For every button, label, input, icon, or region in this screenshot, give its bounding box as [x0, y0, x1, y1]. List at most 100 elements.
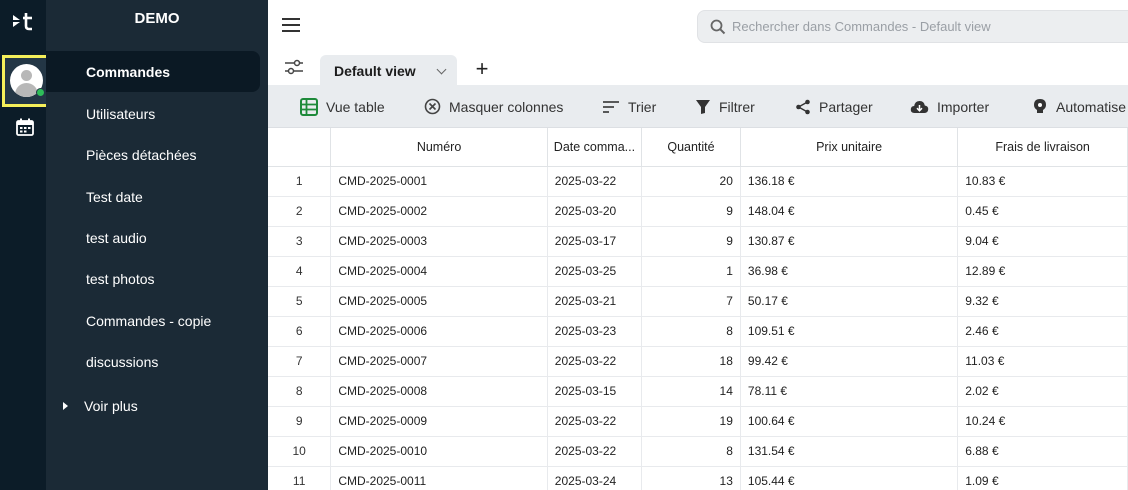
quantite-cell[interactable]: 18: [641, 346, 741, 377]
frais-cell[interactable]: 9.32 €: [957, 286, 1128, 317]
sidebar-item-commandes-copie[interactable]: Commandes - copie: [86, 311, 211, 331]
table-row[interactable]: 8 CMD-2025-0008 2025-03-15 14 78.11 €2.02 €: [268, 376, 1128, 407]
filter-button[interactable]: Filtrer: [695, 85, 755, 128]
numero-cell[interactable]: CMD-2025-0011: [330, 466, 548, 490]
calendar-icon[interactable]: [16, 118, 34, 136]
frais-cell[interactable]: 0.45 €: [957, 196, 1128, 227]
column-header-numero[interactable]: Numéro: [330, 128, 548, 167]
table-view-button[interactable]: Vue table: [300, 85, 385, 128]
prix-cell[interactable]: 136.18 €: [740, 166, 959, 197]
numero-cell[interactable]: CMD-2025-0001: [330, 166, 548, 197]
row-number[interactable]: 1: [268, 166, 332, 197]
quantite-cell[interactable]: 19: [641, 406, 741, 437]
table-row[interactable]: 10 CMD-2025-0010 2025-03-22 8 131.54 €6.88 €: [268, 436, 1128, 467]
table-row[interactable]: 3 CMD-2025-0003 2025-03-17 9 130.87 €9.04 €: [268, 226, 1128, 257]
quantite-cell[interactable]: 9: [641, 196, 741, 227]
prix-cell[interactable]: 148.04 €: [740, 196, 959, 227]
prix-cell[interactable]: 78.11 €: [740, 376, 959, 407]
row-number[interactable]: 8: [268, 376, 332, 407]
row-number[interactable]: 10: [268, 436, 332, 467]
prix-cell[interactable]: 36.98 €: [740, 256, 959, 287]
hide-columns-button[interactable]: Masquer colonnes: [424, 85, 563, 128]
row-number[interactable]: 11: [268, 466, 332, 490]
table-row[interactable]: 6 CMD-2025-0006 2025-03-23 8 109.51 €2.46 €: [268, 316, 1128, 347]
date-cell[interactable]: 2025-03-21: [547, 286, 643, 317]
date-cell[interactable]: 2025-03-22: [547, 406, 643, 437]
show-more-button[interactable]: Voir plus: [60, 396, 138, 416]
frais-cell[interactable]: 2.46 €: [957, 316, 1128, 347]
row-number[interactable]: 2: [268, 196, 332, 227]
table-row[interactable]: 2 CMD-2025-0002 2025-03-20 9 148.04 €0.45 €: [268, 196, 1128, 227]
date-cell[interactable]: 2025-03-24: [547, 466, 643, 490]
user-avatar-button[interactable]: [2, 55, 50, 107]
table-row[interactable]: 9 CMD-2025-0009 2025-03-22 19 100.64 €10.24 …: [268, 406, 1128, 437]
numero-cell[interactable]: CMD-2025-0005: [330, 286, 548, 317]
frais-cell[interactable]: 10.83 €: [957, 166, 1128, 197]
row-number[interactable]: 7: [268, 346, 332, 377]
tab-default-view[interactable]: Default view: [320, 55, 457, 86]
numero-cell[interactable]: CMD-2025-0007: [330, 346, 548, 377]
numero-cell[interactable]: CMD-2025-0003: [330, 226, 548, 257]
prix-cell[interactable]: 99.42 €: [740, 346, 959, 377]
sidebar-item-test-audio[interactable]: test audio: [86, 228, 147, 248]
row-number[interactable]: 5: [268, 286, 332, 317]
date-cell[interactable]: 2025-03-25: [547, 256, 643, 287]
table-row[interactable]: 11 CMD-2025-0011 2025-03-24 13 105.44 €1.09 …: [268, 466, 1128, 490]
table-row[interactable]: 5 CMD-2025-0005 2025-03-21 7 50.17 €9.32 €: [268, 286, 1128, 317]
date-cell[interactable]: 2025-03-22: [547, 166, 643, 197]
view-settings-icon[interactable]: [284, 58, 304, 76]
date-cell[interactable]: 2025-03-15: [547, 376, 643, 407]
quantite-cell[interactable]: 13: [641, 466, 741, 490]
numero-cell[interactable]: CMD-2025-0010: [330, 436, 548, 467]
numero-cell[interactable]: CMD-2025-0002: [330, 196, 548, 227]
quantite-cell[interactable]: 1: [641, 256, 741, 287]
date-cell[interactable]: 2025-03-20: [547, 196, 643, 227]
prix-cell[interactable]: 109.51 €: [740, 316, 959, 347]
column-header-frais-livraison[interactable]: Frais de livraison: [957, 128, 1128, 167]
add-view-icon[interactable]: +: [472, 58, 492, 80]
sidebar-item-commandes[interactable]: Commandes: [86, 62, 170, 82]
chevron-down-icon[interactable]: [436, 64, 447, 75]
numero-cell[interactable]: CMD-2025-0006: [330, 316, 548, 347]
prix-cell[interactable]: 130.87 €: [740, 226, 959, 257]
menu-icon[interactable]: [282, 18, 300, 32]
frais-cell[interactable]: 12.89 €: [957, 256, 1128, 287]
row-number[interactable]: 4: [268, 256, 332, 287]
prix-cell[interactable]: 105.44 €: [740, 466, 959, 490]
numero-cell[interactable]: CMD-2025-0004: [330, 256, 548, 287]
sort-button[interactable]: Trier: [602, 85, 656, 128]
prix-cell[interactable]: 50.17 €: [740, 286, 959, 317]
quantite-cell[interactable]: 20: [641, 166, 741, 197]
quantite-cell[interactable]: 8: [641, 316, 741, 347]
import-button[interactable]: Importer: [910, 85, 989, 128]
numero-cell[interactable]: CMD-2025-0008: [330, 376, 548, 407]
frais-cell[interactable]: 2.02 €: [957, 376, 1128, 407]
table-row[interactable]: 1 CMD-2025-0001 2025-03-22 20 136.18 €10.83 …: [268, 166, 1128, 197]
table-row[interactable]: 7 CMD-2025-0007 2025-03-22 18 99.42 €11.03 €: [268, 346, 1128, 377]
sidebar-item-test-date[interactable]: Test date: [86, 187, 143, 207]
column-header-quantite[interactable]: Quantité: [641, 128, 741, 167]
frais-cell[interactable]: 6.88 €: [957, 436, 1128, 467]
row-number[interactable]: 6: [268, 316, 332, 347]
date-cell[interactable]: 2025-03-22: [547, 346, 643, 377]
quantite-cell[interactable]: 7: [641, 286, 741, 317]
sidebar-item-test-photos[interactable]: test photos: [86, 269, 155, 289]
sidebar-item-pieces-detachees[interactable]: Pièces détachées: [86, 145, 197, 165]
date-cell[interactable]: 2025-03-17: [547, 226, 643, 257]
row-number[interactable]: 9: [268, 406, 332, 437]
search-bar[interactable]: [697, 10, 1128, 43]
numero-cell[interactable]: CMD-2025-0009: [330, 406, 548, 437]
quantite-cell[interactable]: 8: [641, 436, 741, 467]
frais-cell[interactable]: 10.24 €: [957, 406, 1128, 437]
frais-cell[interactable]: 9.04 €: [957, 226, 1128, 257]
automate-button[interactable]: Automatise: [1032, 85, 1126, 128]
search-input[interactable]: [732, 19, 1112, 34]
table-row[interactable]: 4 CMD-2025-0004 2025-03-25 1 36.98 €12.89 €: [268, 256, 1128, 287]
app-logo-icon[interactable]: [8, 10, 38, 32]
sidebar-item-discussions[interactable]: discussions: [86, 352, 158, 372]
frais-cell[interactable]: 1.09 €: [957, 466, 1128, 490]
quantite-cell[interactable]: 14: [641, 376, 741, 407]
column-header-date-commande[interactable]: Date comma...: [547, 128, 643, 167]
share-button[interactable]: Partager: [795, 85, 873, 128]
column-header-prix-unitaire[interactable]: Prix unitaire: [740, 128, 959, 167]
